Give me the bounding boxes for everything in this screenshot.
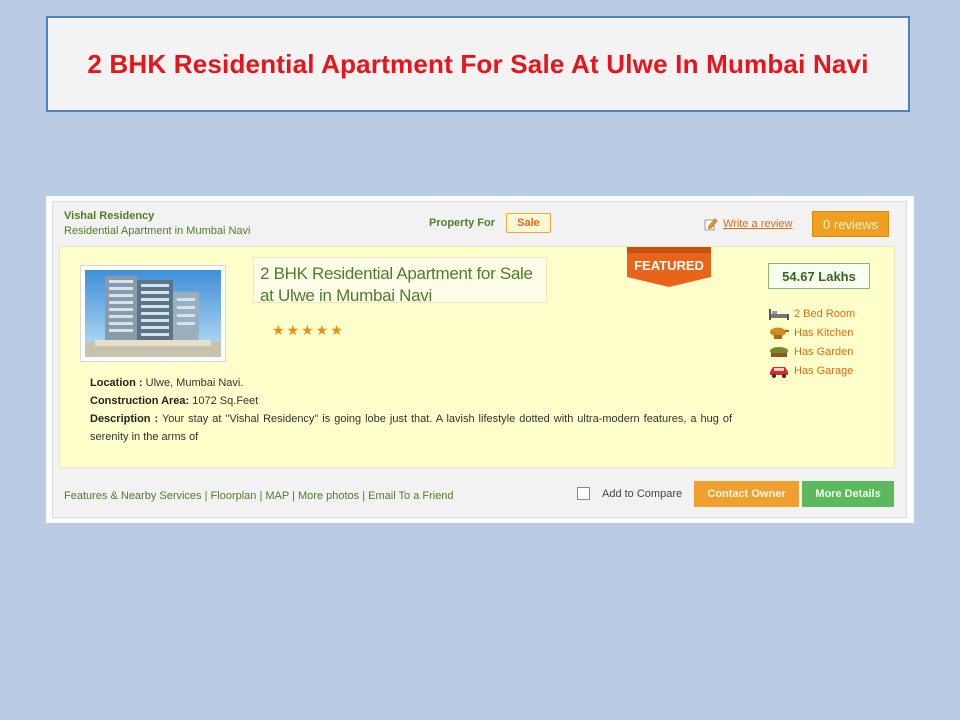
more-photos-link[interactable]: More photos <box>298 490 359 502</box>
bed-icon <box>769 309 789 320</box>
price-badge: 54.67 Lakhs <box>768 263 870 289</box>
amenity-label: Has Kitchen <box>794 327 854 339</box>
description-value: Your stay at "Vishal Residency" is going… <box>90 413 733 443</box>
listing-details: Location : Ulwe, Mumbai Navi. Constructi… <box>90 374 732 446</box>
featured-ribbon: FEATURED <box>627 247 711 287</box>
property-subtitle: Residential Apartment in Mumbai Navi <box>64 225 251 237</box>
amenity-garage: Has Garage <box>768 364 853 378</box>
car-icon <box>770 367 788 378</box>
listing-title[interactable]: 2 BHK Residential Apartment for Sale at … <box>260 263 546 307</box>
reviews-button[interactable]: 0 reviews <box>812 211 889 237</box>
listing-card-inner: Vishal Residency Residential Apartment i… <box>52 201 907 518</box>
compare-label: Add to Compare <box>602 487 683 500</box>
listing-footer: Features & Nearby Services | Floorplan |… <box>53 470 906 517</box>
property-photo[interactable] <box>80 265 226 362</box>
area-row: Construction Area: 1072 Sq.Feet <box>90 392 732 410</box>
featured-label: FEATURED <box>634 258 704 273</box>
garden-icon <box>770 347 788 357</box>
area-value: 1072 Sq.Feet <box>192 395 259 407</box>
location-row: Location : Ulwe, Mumbai Navi. <box>90 374 732 392</box>
listing-body: 2 BHK Residential Apartment for Sale at … <box>59 246 895 468</box>
listing-header: Vishal Residency Residential Apartment i… <box>53 202 906 244</box>
kitchen-icon <box>770 327 789 339</box>
description-label: Description : <box>90 413 159 425</box>
contact-owner-button[interactable]: Contact Owner <box>694 481 799 507</box>
listing-title-box: 2 BHK Residential Apartment for Sale at … <box>253 257 547 305</box>
property-for-label: Property For <box>429 217 496 229</box>
area-label: Construction Area: <box>90 395 190 407</box>
more-details-button[interactable]: More Details <box>802 481 894 507</box>
floorplan-link[interactable]: Floorplan <box>211 490 257 502</box>
footer-links: Features & Nearby Services | Floorplan |… <box>64 490 454 502</box>
amenity-garden: Has Garden <box>768 345 853 359</box>
rating-stars: ★★★★★ <box>272 322 345 338</box>
amenity-label: 2 Bed Room <box>794 308 856 320</box>
pencil-icon <box>704 218 718 231</box>
map-link[interactable]: MAP <box>265 490 289 502</box>
amenity-label: Has Garden <box>794 346 854 358</box>
amenity-bedroom: 2 Bed Room <box>768 307 855 321</box>
amenity-kitchen: Has Kitchen <box>768 326 853 340</box>
sale-badge: Sale <box>506 213 551 233</box>
email-friend-link[interactable]: Email To a Friend <box>368 490 453 502</box>
listing-card: Vishal Residency Residential Apartment i… <box>46 196 914 523</box>
write-review-label: Write a review <box>723 218 793 230</box>
slide-title: 2 BHK Residential Apartment For Sale At … <box>87 48 869 79</box>
location-label: Location : <box>90 377 143 389</box>
description-row: Description : Your stay at "Vishal Resid… <box>90 410 732 446</box>
amenity-label: Has Garage <box>794 365 854 377</box>
features-link[interactable]: Features & Nearby Services <box>64 490 202 502</box>
location-value: Ulwe, Mumbai Navi. <box>145 377 244 389</box>
property-name[interactable]: Vishal Residency <box>64 210 154 222</box>
slide-title-box: 2 BHK Residential Apartment For Sale At … <box>46 16 910 112</box>
building-image <box>85 270 221 357</box>
write-review-link[interactable]: Write a review <box>704 217 792 231</box>
add-to-compare[interactable]: Add to Compare <box>577 487 682 500</box>
compare-checkbox[interactable] <box>577 487 590 500</box>
